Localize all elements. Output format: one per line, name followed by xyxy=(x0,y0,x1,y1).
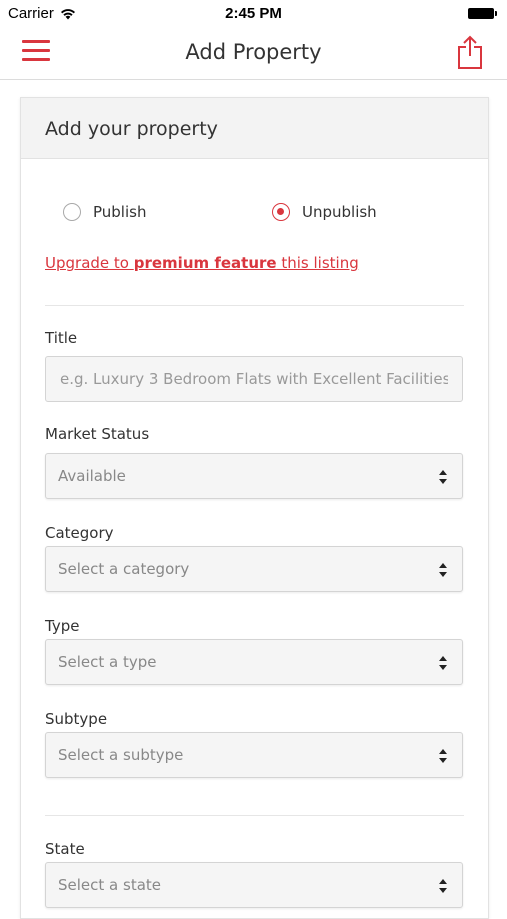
share-icon xyxy=(458,35,482,69)
radio-checked-icon xyxy=(272,203,290,221)
type-value: Select a type xyxy=(58,653,157,671)
state-label: State xyxy=(45,840,85,858)
subtype-value: Select a subtype xyxy=(58,746,184,764)
select-arrows-icon xyxy=(439,749,447,763)
upgrade-prefix: Upgrade to xyxy=(45,254,134,272)
title-input[interactable] xyxy=(58,369,450,389)
publish-label: Publish xyxy=(93,203,147,221)
subtype-select[interactable]: Select a subtype xyxy=(45,732,463,778)
category-label: Category xyxy=(45,524,114,542)
upgrade-suffix: this listing xyxy=(276,254,359,272)
select-arrows-icon xyxy=(439,470,447,484)
battery-icon xyxy=(468,8,497,19)
type-label: Type xyxy=(45,617,80,635)
market-status-value: Available xyxy=(58,467,126,485)
publish-radio[interactable]: Publish xyxy=(63,203,146,221)
select-arrows-icon xyxy=(439,656,447,670)
category-select[interactable]: Select a category xyxy=(45,546,463,592)
state-value: Select a state xyxy=(58,876,162,894)
status-bar: Carrier 2:45 PM xyxy=(0,0,507,26)
page-title: Add Property xyxy=(185,40,322,64)
divider xyxy=(45,305,464,306)
radio-unchecked-icon xyxy=(63,203,81,221)
unpublish-radio[interactable]: Unpublish xyxy=(272,203,377,221)
state-select[interactable]: Select a state xyxy=(45,862,463,908)
upgrade-premium-link[interactable]: Upgrade to premium feature this listing xyxy=(45,254,359,272)
subtype-label: Subtype xyxy=(45,710,108,728)
status-time: 2:45 PM xyxy=(225,5,282,22)
visibility-radio-group: Publish Unpublish xyxy=(63,203,464,227)
select-arrows-icon xyxy=(439,879,447,893)
upgrade-bold: premium feature xyxy=(133,254,277,272)
card-header: Add your property xyxy=(21,98,488,159)
type-select[interactable]: Select a type xyxy=(45,639,463,685)
navigation-bar: Add Property xyxy=(0,26,507,80)
market-status-label: Market Status xyxy=(45,425,150,443)
title-label: Title xyxy=(45,329,78,347)
select-arrows-icon xyxy=(439,563,447,577)
unpublish-label: Unpublish xyxy=(302,203,377,221)
card-title: Add your property xyxy=(45,118,218,140)
category-value: Select a category xyxy=(58,560,190,578)
share-button[interactable] xyxy=(455,34,485,70)
add-property-card: Add your property Publish Unpublish Upgr… xyxy=(20,97,489,919)
title-field[interactable] xyxy=(45,356,463,402)
market-status-select[interactable]: Available xyxy=(45,453,463,499)
divider xyxy=(45,815,464,816)
